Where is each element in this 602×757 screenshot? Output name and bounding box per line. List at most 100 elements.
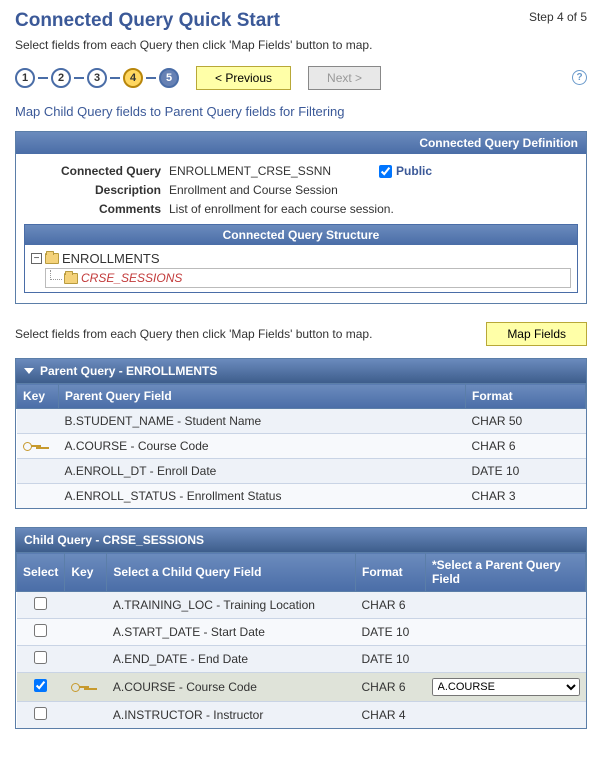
key-cell: [65, 673, 107, 702]
childfield-cell: A.END_DATE - End Date: [107, 646, 356, 673]
comments-label: Comments: [24, 202, 169, 216]
format-cell: CHAR 50: [466, 409, 586, 434]
format-cell: CHAR 6: [356, 673, 426, 702]
child-query-header[interactable]: Child Query - CRSE_SESSIONS: [16, 528, 586, 552]
key-cell: [17, 434, 59, 459]
step-4-circle[interactable]: 4: [123, 68, 143, 88]
tree-child-label[interactable]: CRSE_SESSIONS: [81, 271, 182, 285]
description-value: Enrollment and Course Session: [169, 183, 338, 197]
connector-icon: [146, 77, 156, 79]
step-3-circle[interactable]: 3: [87, 68, 107, 88]
step-2-circle[interactable]: 2: [51, 68, 71, 88]
section-heading: Map Child Query fields to Parent Query f…: [15, 104, 587, 119]
key-icon: [23, 442, 41, 450]
step-indicator: Step 4 of 5: [529, 10, 587, 24]
connected-query-label: Connected Query: [24, 164, 169, 178]
table-row: A.ENROLL_DT - Enroll DateDATE 10: [17, 459, 586, 484]
map-fields-button[interactable]: Map Fields: [486, 322, 587, 346]
key-cell: [17, 459, 59, 484]
public-checkbox[interactable]: [379, 165, 392, 178]
step-1-circle[interactable]: 1: [15, 68, 35, 88]
definition-panel: Connected Query Definition Connected Que…: [15, 131, 587, 304]
description-label: Description: [24, 183, 169, 197]
table-row: A.COURSE - Course CodeCHAR 6: [17, 434, 586, 459]
format-cell: DATE 10: [356, 619, 426, 646]
childfield-cell: A.START_DATE - Start Date: [107, 619, 356, 646]
table-row: A.COURSE - Course CodeCHAR 6 A.COURSE: [17, 673, 586, 702]
field-cell: B.STUDENT_NAME - Student Name: [59, 409, 466, 434]
key-cell: [17, 409, 59, 434]
structure-panel: Connected Query Structure − ENROLLMENTS …: [24, 224, 578, 293]
child-query-panel: Child Query - CRSE_SESSIONS Select Key S…: [15, 527, 587, 729]
table-row: A.END_DATE - End DateDATE 10: [17, 646, 586, 673]
select-cell: [17, 646, 65, 673]
parentfield-cell: [426, 702, 586, 729]
folder-icon: [45, 253, 59, 264]
table-row: A.START_DATE - Start DateDATE 10: [17, 619, 586, 646]
connector-icon: [110, 77, 120, 79]
select-cell: [17, 673, 65, 702]
format-cell: CHAR 6: [356, 592, 426, 619]
structure-panel-header: Connected Query Structure: [25, 225, 577, 245]
chevron-down-icon: [24, 368, 34, 374]
key-cell: [65, 619, 107, 646]
col-format-header: Format: [356, 553, 426, 592]
field-cell: A.COURSE - Course Code: [59, 434, 466, 459]
step-nav: 1 2 3 4 5 < Previous Next > ?: [15, 66, 587, 90]
row-select-checkbox[interactable]: [34, 624, 47, 637]
parentfield-cell: A.COURSE: [426, 673, 586, 702]
table-row: A.TRAINING_LOC - Training LocationCHAR 6: [17, 592, 586, 619]
row-select-checkbox[interactable]: [34, 707, 47, 720]
page-title: Connected Query Quick Start: [15, 10, 280, 32]
key-cell: [65, 592, 107, 619]
parentfield-cell: [426, 592, 586, 619]
col-childfield-header: Select a Child Query Field: [107, 553, 356, 592]
row-select-checkbox[interactable]: [34, 679, 47, 692]
parent-query-title: Parent Query - ENROLLMENTS: [40, 364, 217, 378]
childfield-cell: A.COURSE - Course Code: [107, 673, 356, 702]
col-parent-header: *Select a Parent Query Field: [426, 553, 586, 592]
field-cell: A.ENROLL_STATUS - Enrollment Status: [59, 484, 466, 509]
format-cell: CHAR 3: [466, 484, 586, 509]
help-icon[interactable]: ?: [572, 70, 587, 85]
key-cell: [65, 646, 107, 673]
parentfield-cell: [426, 619, 586, 646]
select-cell: [17, 619, 65, 646]
row-select-checkbox[interactable]: [34, 651, 47, 664]
col-select-header: Select: [17, 553, 65, 592]
map-instruction: Select fields from each Query then click…: [15, 327, 372, 341]
childfield-cell: A.TRAINING_LOC - Training Location: [107, 592, 356, 619]
connected-query-value: ENROLLMENT_CRSE_SSNN: [169, 164, 331, 178]
tree-collapse-icon[interactable]: −: [31, 253, 42, 264]
previous-button[interactable]: < Previous: [196, 66, 291, 90]
key-cell: [65, 702, 107, 729]
table-row: B.STUDENT_NAME - Student NameCHAR 50: [17, 409, 586, 434]
step-5-circle[interactable]: 5: [159, 68, 179, 88]
tree-root-label[interactable]: ENROLLMENTS: [62, 251, 160, 266]
format-cell: DATE 10: [466, 459, 586, 484]
folder-icon: [64, 273, 78, 284]
select-cell: [17, 702, 65, 729]
select-cell: [17, 592, 65, 619]
child-query-table: Select Key Select a Child Query Field Fo…: [16, 552, 586, 728]
parent-query-header[interactable]: Parent Query - ENROLLMENTS: [16, 359, 586, 383]
comments-value: List of enrollment for each course sessi…: [169, 202, 394, 216]
row-select-checkbox[interactable]: [34, 597, 47, 610]
public-label: Public: [396, 164, 432, 178]
parent-field-select[interactable]: A.COURSE: [432, 678, 580, 696]
parent-query-table: Key Parent Query Field Format B.STUDENT_…: [16, 383, 586, 508]
connector-icon: [38, 77, 48, 79]
connector-icon: [74, 77, 84, 79]
format-cell: DATE 10: [356, 646, 426, 673]
table-row: A.ENROLL_STATUS - Enrollment StatusCHAR …: [17, 484, 586, 509]
next-button[interactable]: Next >: [308, 66, 381, 90]
format-cell: CHAR 6: [466, 434, 586, 459]
col-key-header: Key: [17, 384, 59, 409]
field-cell: A.ENROLL_DT - Enroll Date: [59, 459, 466, 484]
col-field-header: Parent Query Field: [59, 384, 466, 409]
child-query-title: Child Query - CRSE_SESSIONS: [24, 533, 204, 547]
childfield-cell: A.INSTRUCTOR - Instructor: [107, 702, 356, 729]
col-format-header: Format: [466, 384, 586, 409]
format-cell: CHAR 4: [356, 702, 426, 729]
parent-query-panel: Parent Query - ENROLLMENTS Key Parent Qu…: [15, 358, 587, 509]
